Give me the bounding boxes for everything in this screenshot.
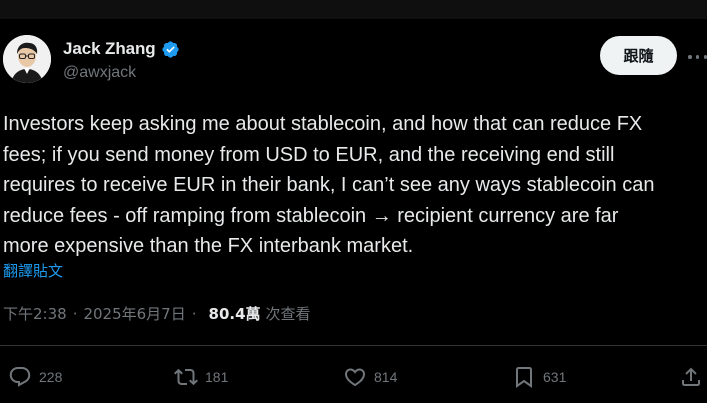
ellipsis-icon[interactable] [688, 49, 707, 65]
post-text: Investors keep asking me about stablecoi… [3, 109, 703, 262]
bookmark-icon [516, 367, 532, 388]
post-text-line: reduce fees - off ramping from stablecoi… [3, 204, 619, 227]
share-button[interactable] [679, 362, 703, 392]
bookmark-button[interactable]: 631 [512, 362, 566, 392]
action-bar: 228 181 814 631 [0, 362, 707, 392]
post-text-line: Investors keep asking me about stablecoi… [3, 113, 643, 135]
avatar[interactable] [3, 35, 51, 83]
meta-separator: · [191, 304, 197, 323]
post-text-line: fees; if you send money from USD to EUR,… [3, 143, 615, 166]
bookmark-count: 631 [543, 369, 567, 385]
share-icon [682, 367, 700, 386]
follow-button[interactable]: 跟隨 [600, 36, 677, 75]
verified-badge-icon [161, 40, 179, 58]
post-card: Jack Zhang @awxjack 跟隨 Investors keep as… [0, 19, 707, 403]
post-text-line: requires to receive EUR in their bank, I… [3, 174, 655, 197]
heart-icon [344, 368, 366, 387]
author-handle[interactable]: @awxjack [63, 64, 136, 82]
views-label: 次查看 [265, 305, 311, 323]
divider [0, 345, 707, 346]
like-count: 814 [374, 369, 398, 385]
author-row: Jack Zhang [63, 39, 180, 59]
like-button[interactable]: 814 [343, 362, 397, 392]
translate-post-link[interactable]: 翻譯貼文 [3, 260, 63, 281]
retweet-button[interactable]: 181 [174, 362, 228, 392]
retweet-icon [174, 368, 198, 386]
retweet-count: 181 [205, 369, 229, 385]
reply-icon [9, 367, 31, 387]
post-text-line: more expensive than the FX interbank mar… [3, 235, 414, 258]
top-bar [0, 0, 707, 19]
views-count: 80.4萬 [208, 305, 261, 323]
user-avatar-icon [3, 35, 51, 83]
meta-separator: · [72, 304, 78, 323]
reply-count: 228 [39, 369, 63, 385]
post-date[interactable]: 2025年6月7日 [83, 303, 185, 324]
post-meta: 下午2:38 · 2025年6月7日 · 80.4萬 次查看 [3, 303, 311, 324]
author-name[interactable]: Jack Zhang [63, 39, 156, 59]
post-time[interactable]: 下午2:38 [3, 303, 67, 324]
reply-button[interactable]: 228 [8, 362, 62, 392]
